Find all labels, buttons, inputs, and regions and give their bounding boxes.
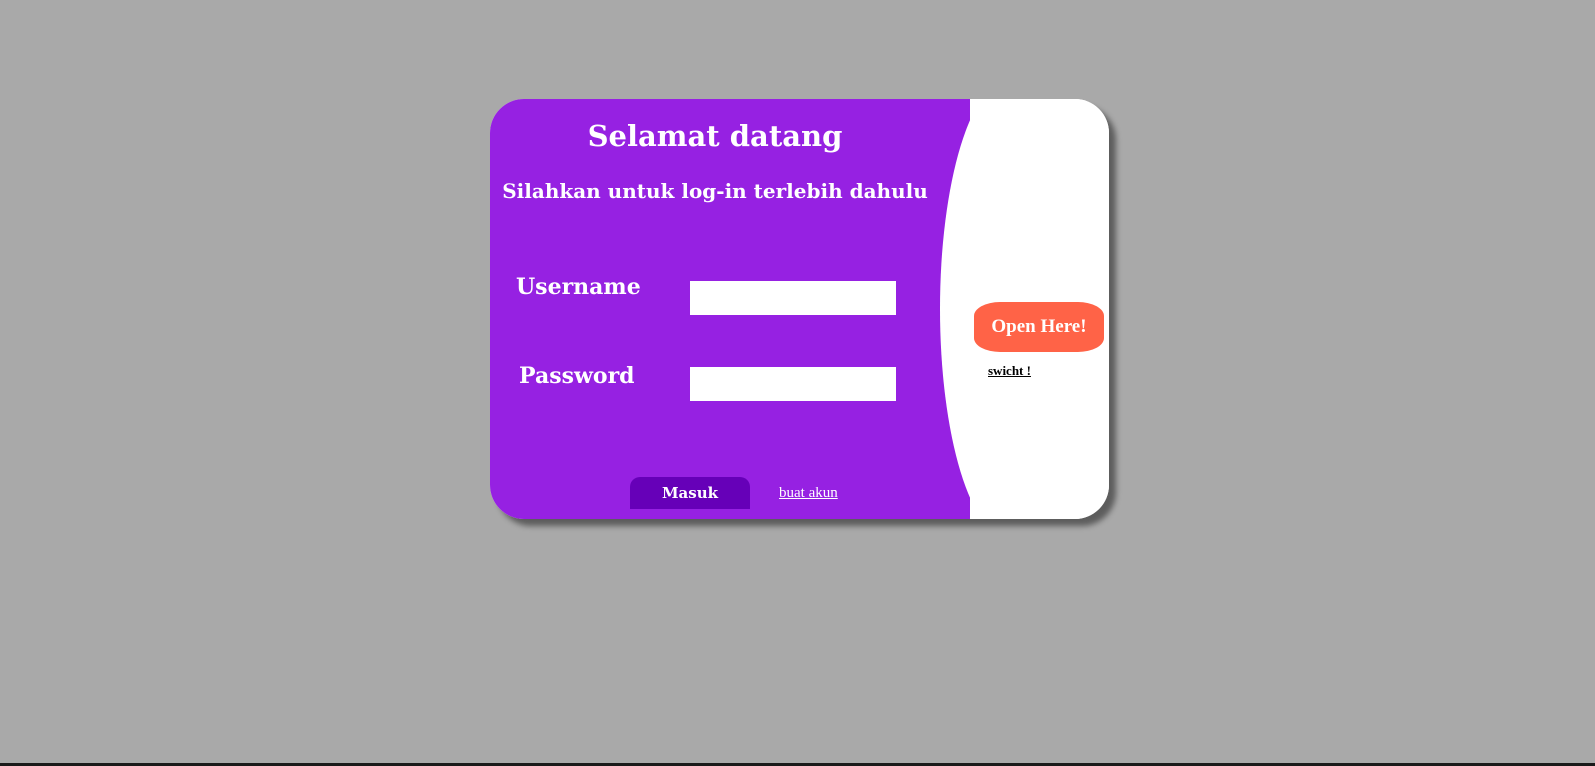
username-input[interactable] <box>690 281 896 315</box>
login-card: Selamat datang Silahkan untuk log-in ter… <box>490 99 1109 519</box>
open-here-button[interactable]: Open Here! <box>974 302 1104 352</box>
login-button[interactable]: Masuk <box>630 477 750 509</box>
page-title: Selamat datang <box>587 119 843 153</box>
page-background: Selamat datang Silahkan untuk log-in ter… <box>0 0 1595 766</box>
username-label: Username <box>516 274 641 300</box>
password-input[interactable] <box>690 367 896 401</box>
switch-link[interactable]: swicht ! <box>988 363 1031 379</box>
page-subtitle: Silahkan untuk log-in terlebih dahulu <box>502 179 928 203</box>
password-label: Password <box>519 363 635 389</box>
create-account-link[interactable]: buat akun <box>779 485 838 502</box>
login-panel: Selamat datang Silahkan untuk log-in ter… <box>490 99 970 519</box>
